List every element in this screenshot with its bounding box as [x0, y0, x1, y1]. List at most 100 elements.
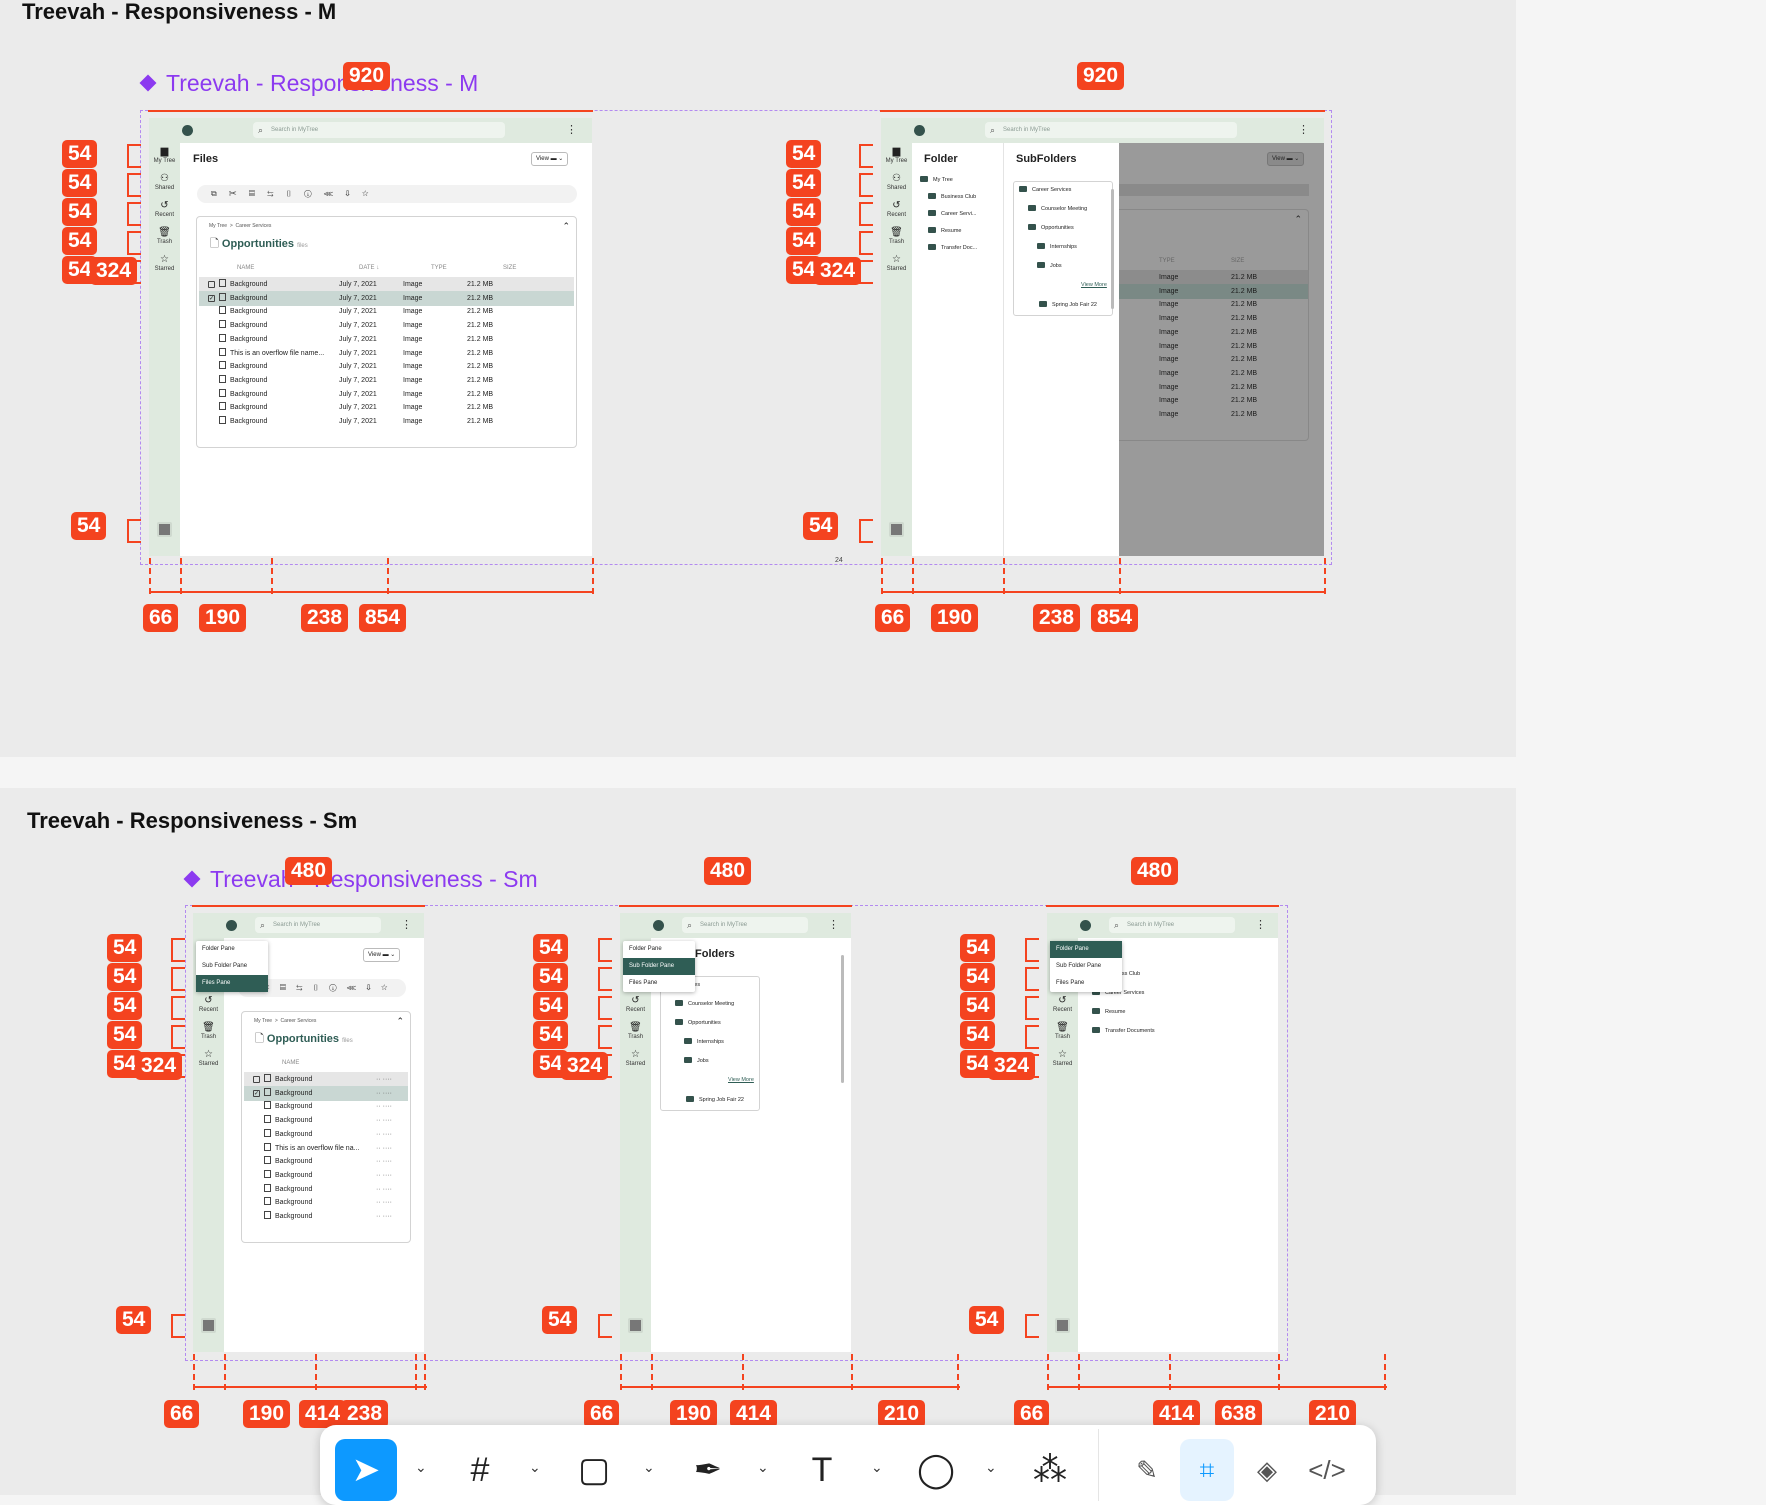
- dev-mode-icon[interactable]: </>: [1300, 1439, 1354, 1501]
- frame-folders-sm[interactable]: ✕ Search in MyTree ⋮ ▆My Tree⚇Shared↺Rec…: [1047, 913, 1278, 1352]
- prototype-mode-icon[interactable]: ◈: [1240, 1439, 1294, 1501]
- folder-item[interactable]: Transfer Documents: [1092, 1027, 1155, 1034]
- more-icon[interactable]: ⋮: [828, 918, 839, 931]
- rail-item[interactable]: ↺ Recent: [149, 200, 180, 218]
- frame-files-sm[interactable]: ✕ Search in MyTree ⋮ ▆My Tree⚇Shared↺Rec…: [193, 913, 424, 1352]
- menu-files-pane[interactable]: Files Pane: [623, 975, 695, 992]
- collapse-icon[interactable]: ⌃: [396, 1016, 404, 1027]
- rail-item[interactable]: ⚇Shared: [149, 173, 180, 191]
- rail-item[interactable]: ↺ Recent: [1047, 995, 1078, 1013]
- more-icon[interactable]: ⋮: [1298, 123, 1309, 136]
- rail-item[interactable]: 🗑 Trash: [1047, 1022, 1078, 1040]
- pen-tool-icon[interactable]: ✒: [677, 1439, 739, 1501]
- component-title[interactable]: Treevah - Responsiveness - M: [139, 70, 478, 97]
- subfolder-item[interactable]: Career Services: [1019, 186, 1071, 193]
- rail-item[interactable]: ☆ Starred: [193, 1049, 224, 1067]
- column-name[interactable]: NAME: [282, 1060, 299, 1066]
- collapse-icon[interactable]: ⌃: [562, 221, 570, 232]
- actions-tool-icon[interactable]: ⁂: [1019, 1439, 1081, 1501]
- rail-item[interactable]: 🗑 Trash: [193, 1022, 224, 1040]
- rail-item[interactable]: ☆ Starred: [620, 1049, 651, 1067]
- folder-item[interactable]: Business Club: [928, 193, 976, 200]
- chevron-down-icon[interactable]: ⌄: [529, 1459, 541, 1476]
- chevron-down-icon[interactable]: ⌄: [871, 1459, 883, 1476]
- view-more-link[interactable]: View More: [728, 1077, 754, 1083]
- rectangle-tool-icon[interactable]: ▢: [563, 1439, 625, 1501]
- column-size[interactable]: SIZE: [503, 265, 516, 271]
- frame-files-m[interactable]: ≡ Search in MyTree ⋮ ▆My Tree ⚇Shared ↺Rec…: [149, 118, 592, 556]
- view-button[interactable]: View ▬ ⌄: [363, 948, 401, 962]
- view-more-link[interactable]: View More: [1081, 282, 1107, 288]
- frame-folders-m[interactable]: ✕ Search in MyTree ⋮ ▆My Tree⚇Shared↺Rec…: [881, 118, 1324, 556]
- move-tool-icon[interactable]: ➤: [335, 1439, 397, 1501]
- comment-tool-icon[interactable]: ◯: [905, 1439, 967, 1501]
- subfolder-item[interactable]: Jobs: [684, 1057, 709, 1064]
- more-icon[interactable]: ⋮: [566, 123, 577, 136]
- chevron-down-icon[interactable]: ⌄: [415, 1459, 427, 1476]
- subfolder-item[interactable]: Counselor Meeting: [1028, 205, 1087, 212]
- folder-item[interactable]: My Tree: [920, 176, 953, 183]
- row-checkbox[interactable]: ✓: [208, 294, 215, 302]
- search-input[interactable]: Search in MyTree: [255, 917, 381, 933]
- subfolder-item[interactable]: Opportunities: [1028, 224, 1074, 231]
- action-toolbar[interactable]: ⧉ ✂ ▤ ⇆ ▯ ⓘ ⋘ ⇩ ☆: [197, 185, 577, 203]
- scrollbar[interactable]: [841, 955, 844, 1083]
- menu-subfolder-pane[interactable]: Sub Folder Pane: [196, 958, 268, 975]
- menu-files-pane[interactable]: Files Pane: [1050, 975, 1122, 992]
- breadcrumb[interactable]: My Tree > Career Services: [254, 1018, 316, 1024]
- rail-item[interactable]: ☆ Starred: [1047, 1049, 1078, 1067]
- design-mode-icon[interactable]: ⌗: [1180, 1439, 1234, 1501]
- rail-item[interactable]: ☆ Starred: [881, 254, 912, 272]
- avatar[interactable]: [157, 522, 172, 537]
- search-input[interactable]: Search in MyTree: [1109, 917, 1235, 933]
- folder-item[interactable]: Transfer Doc...: [928, 244, 977, 251]
- chevron-down-icon[interactable]: ⌄: [757, 1459, 769, 1476]
- search-input[interactable]: Search in MyTree: [253, 122, 505, 138]
- draw-mode-icon[interactable]: ✎: [1120, 1439, 1174, 1501]
- rail-item[interactable]: ↺ Recent: [620, 995, 651, 1013]
- rail-item[interactable]: ⚇Shared: [881, 173, 912, 191]
- folder-item[interactable]: Career Servi...: [928, 210, 976, 217]
- breadcrumb[interactable]: My Tree > Career Services: [209, 223, 271, 229]
- search-input[interactable]: Search in MyTree: [682, 917, 808, 933]
- rail-item[interactable]: ▆My Tree: [881, 146, 912, 164]
- menu-folder-pane[interactable]: Folder Pane: [196, 941, 268, 958]
- column-type[interactable]: TYPE: [431, 265, 447, 271]
- rail-item[interactable]: ▆My Tree: [149, 146, 180, 164]
- subfolder-item[interactable]: Jobs: [1037, 262, 1062, 269]
- view-button[interactable]: View ▬ ⌄: [1267, 152, 1305, 166]
- rail-item[interactable]: 🗑 Trash: [620, 1022, 651, 1040]
- row-checkbox[interactable]: [208, 281, 215, 288]
- more-icon[interactable]: ⋮: [401, 918, 412, 931]
- subfolder-item[interactable]: Opportunities: [675, 1019, 721, 1026]
- component-title[interactable]: Treevah - Responsiveness - Sm: [183, 866, 538, 893]
- menu-folder-pane[interactable]: Folder Pane: [1050, 941, 1122, 958]
- avatar[interactable]: [889, 522, 904, 537]
- column-name[interactable]: NAME: [237, 265, 254, 271]
- subfolder-item[interactable]: Internships: [1037, 243, 1077, 250]
- subfolder-item[interactable]: Spring Job Fair 22: [686, 1096, 744, 1103]
- column-date[interactable]: DATE ↓: [359, 265, 379, 271]
- rail-item[interactable]: ↺ Recent: [881, 200, 912, 218]
- frame-subfolders-sm[interactable]: ✕ Search in MyTree ⋮ ▆My Tree⚇Shared↺Rec…: [620, 913, 851, 1352]
- menu-subfolder-pane[interactable]: Sub Folder Pane: [623, 958, 695, 975]
- row-checkbox[interactable]: ✓: [253, 1089, 260, 1097]
- table-row[interactable]: Background July 7, 2021 Image 21.2 MB: [199, 414, 574, 429]
- search-input[interactable]: Search in MyTree: [985, 122, 1237, 138]
- menu-files-pane[interactable]: Files Pane: [196, 975, 268, 992]
- avatar[interactable]: [1055, 1318, 1070, 1333]
- chevron-down-icon[interactable]: ⌄: [643, 1459, 655, 1476]
- menu-folder-pane[interactable]: Folder Pane: [623, 941, 695, 958]
- frame-tool-icon[interactable]: #: [449, 1439, 511, 1501]
- avatar[interactable]: [628, 1318, 643, 1333]
- avatar[interactable]: [201, 1318, 216, 1333]
- view-button[interactable]: View ▬ ⌄: [531, 152, 569, 166]
- chevron-down-icon[interactable]: ⌄: [985, 1459, 997, 1476]
- table-row[interactable]: Image 21.2 MB: [1119, 407, 1308, 422]
- table-row[interactable]: Background ·· ····: [244, 1209, 408, 1224]
- menu-subfolder-pane[interactable]: Sub Folder Pane: [1050, 958, 1122, 975]
- text-tool-icon[interactable]: T: [791, 1439, 853, 1501]
- subfolder-item[interactable]: Spring Job Fair 22: [1039, 301, 1097, 308]
- subfolder-item[interactable]: Internships: [684, 1038, 724, 1045]
- rail-item[interactable]: 🗑 Trash: [881, 227, 912, 245]
